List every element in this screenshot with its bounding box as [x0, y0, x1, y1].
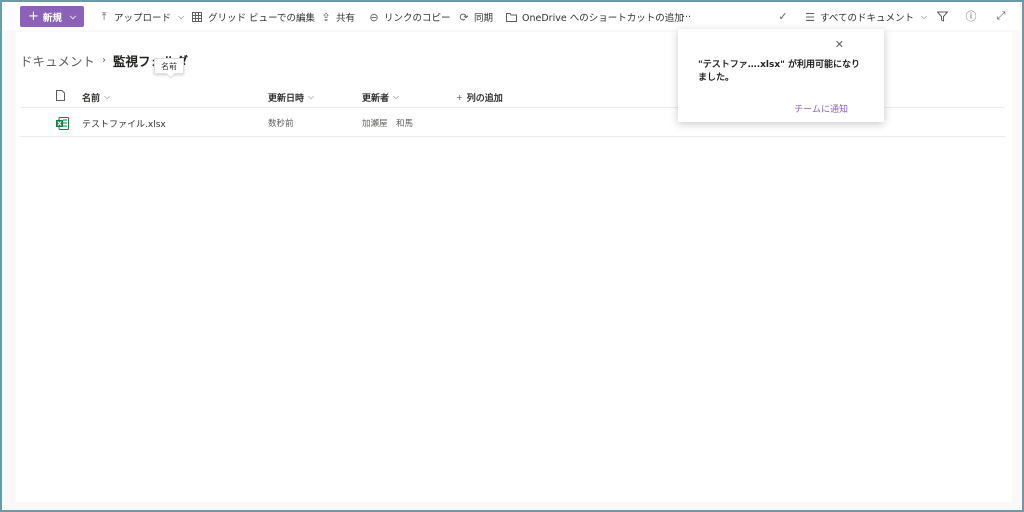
sync-button[interactable]: ⟳ 同期 [458, 8, 493, 26]
view-list-icon: ☰ [805, 10, 815, 24]
column-name-label: 名前 [82, 93, 101, 104]
grid-edit-button[interactable]: グリッド ビューでの編集 [192, 8, 315, 26]
column-header-modified-by[interactable]: 更新者 ⌵ [362, 86, 399, 108]
copy-link-button[interactable]: ⊖ リンクのコピー [368, 8, 451, 26]
tooltip: 名前 [154, 58, 184, 74]
upload-icon: ⤒ [101, 10, 107, 23]
excel-icon [56, 117, 69, 130]
chevron-down-icon: ⌵ [69, 11, 76, 21]
link-icon: ⊖ [369, 10, 379, 24]
plus-icon: + [28, 9, 39, 24]
chevron-down-icon: ⌵ [393, 92, 400, 101]
modified-by-cell[interactable]: 加瀬屋 和馬 [362, 109, 413, 137]
notification-message: "テストファ….xlsx" が利用可能になりました。 [698, 60, 860, 83]
command-bar: + 新規 ⌵ ⤒ アップロード ⌵ グリッド ビューでの編集 ⇪ 共有 ⊖ リン… [2, 2, 1020, 30]
folder-shortcut-icon [506, 12, 518, 22]
share-button[interactable]: ⇪ 共有 [320, 8, 355, 26]
onedrive-shortcut-button[interactable]: OneDrive へのショートカットの追加 [506, 8, 684, 26]
share-label: 共有 [336, 13, 356, 24]
file-type-icon [56, 90, 65, 104]
view-label: すべてのドキュメント [820, 13, 914, 24]
modified-cell: 数秒前 [268, 109, 294, 137]
more-icon: ··· [682, 11, 692, 23]
tooltip-text: 名前 [161, 61, 177, 71]
file-type-column[interactable] [56, 86, 65, 108]
new-button[interactable]: + 新規 ⌵ [20, 6, 84, 27]
add-column-button[interactable]: + 列の追加 [456, 86, 503, 108]
file-name: テストファイル.xlsx [82, 119, 166, 130]
check-icon[interactable]: ✓ [776, 9, 790, 23]
upload-button[interactable]: ⤒ アップロード ⌵ [98, 8, 185, 26]
onedrive-shortcut-label: OneDrive へのショートカットの追加 [522, 13, 684, 24]
column-modified-by-label: 更新者 [362, 93, 390, 104]
plus-icon: + [456, 92, 463, 102]
modified-value: 数秒前 [268, 119, 294, 129]
column-header-name[interactable]: 名前 ⌵ [82, 86, 110, 108]
notification-callout: ✕ "テストファ….xlsx" が利用可能になりました。 チームに通知 [678, 29, 884, 122]
add-column-label: 列の追加 [466, 93, 503, 104]
chevron-down-icon: ⌵ [178, 12, 185, 21]
view-selector[interactable]: ☰ すべてのドキュメント ⌵ [804, 8, 927, 26]
grid-edit-label: グリッド ビューでの編集 [208, 13, 315, 24]
sync-label: 同期 [474, 13, 494, 24]
chevron-down-icon: ⌵ [104, 92, 111, 101]
more-button[interactable]: ··· [682, 8, 691, 26]
share-icon: ⇪ [321, 10, 331, 24]
new-label: 新規 [42, 12, 62, 24]
copy-link-label: リンクのコピー [384, 13, 451, 24]
sync-icon: ⟳ [459, 10, 469, 24]
column-header-modified[interactable]: 更新日時 ⌵ [268, 86, 314, 108]
grid-icon [192, 12, 204, 22]
chevron-down-icon: ⌵ [920, 12, 928, 21]
filter-icon[interactable] [935, 9, 949, 23]
file-name-link[interactable]: テストファイル.xlsx [82, 109, 166, 137]
chevron-right-icon: › [102, 54, 107, 66]
chevron-down-icon: ⌵ [308, 92, 315, 101]
breadcrumb-root[interactable]: ドキュメント [20, 51, 95, 70]
modified-by-value: 加瀬屋 和馬 [362, 119, 414, 129]
upload-label: アップロード [114, 13, 172, 24]
close-icon[interactable]: ✕ [835, 38, 844, 51]
info-icon[interactable]: ⓘ [964, 9, 978, 23]
column-modified-label: 更新日時 [268, 93, 305, 104]
expand-icon[interactable]: ⤢ [994, 9, 1008, 23]
notify-team-link[interactable]: チームに通知 [794, 102, 848, 115]
